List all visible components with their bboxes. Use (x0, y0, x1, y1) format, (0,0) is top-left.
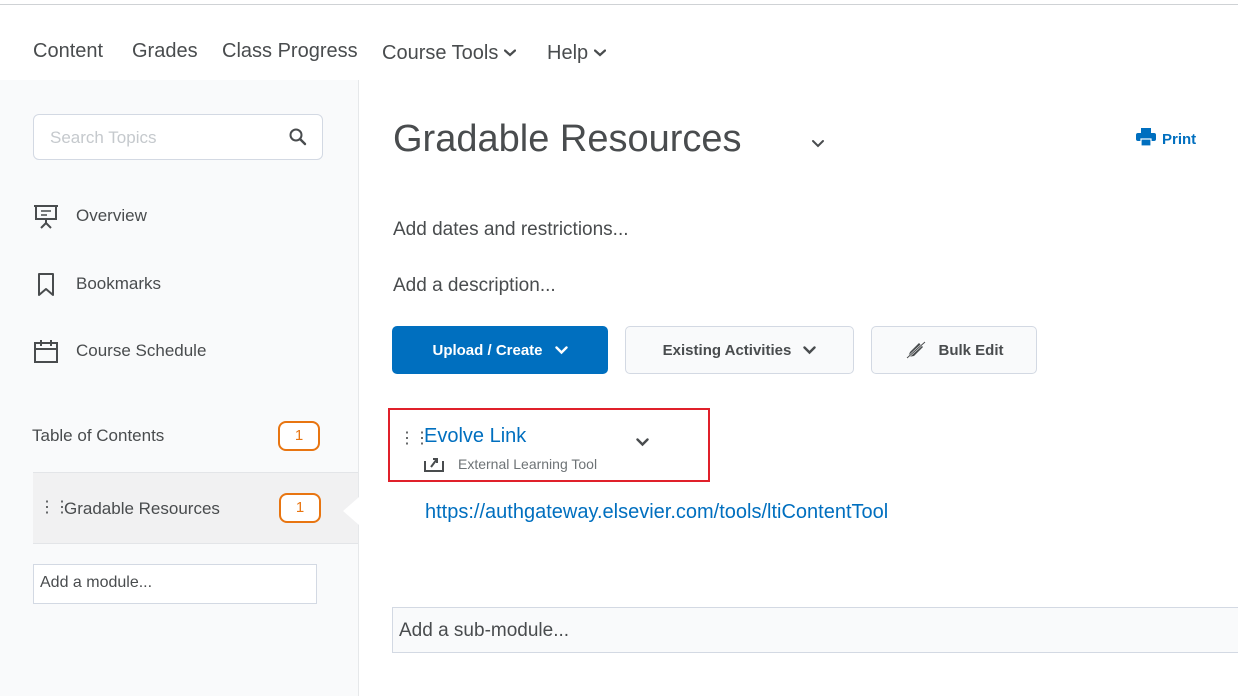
course-navbar: Content Grades Class Progress Course Too… (0, 6, 1238, 80)
chevron-down-icon (803, 342, 817, 359)
main-content: Gradable Resources Print Add dates and r… (359, 80, 1238, 696)
nav-help-label: Help (547, 42, 589, 64)
chevron-down-icon[interactable] (636, 434, 649, 452)
sidebar-item-label: Course Schedule (76, 341, 207, 360)
bookmark-icon (32, 270, 60, 298)
chevron-down-icon (554, 342, 568, 359)
count-badge: 1 (278, 421, 320, 451)
search-box (33, 114, 323, 160)
external-tool-icon (423, 453, 445, 478)
printer-icon (1136, 128, 1156, 150)
upload-create-button[interactable]: Upload / Create (392, 326, 608, 374)
top-divider (0, 4, 1238, 5)
existing-activities-button[interactable]: Existing Activities (625, 326, 854, 374)
nav-grades[interactable]: Grades (132, 40, 198, 63)
sidebar-item-overview[interactable]: Overview (32, 201, 147, 231)
print-label: Print (1162, 130, 1197, 148)
topic-type-label: External Learning Tool (458, 456, 598, 472)
chevron-down-icon (594, 40, 607, 63)
sidebar-item-label: Overview (76, 206, 147, 225)
sidebar: Overview Bookmarks Course Schedule Table… (0, 80, 359, 696)
nav-content[interactable]: Content (33, 40, 103, 63)
selection-pointer (343, 497, 359, 525)
sidebar-item-course-schedule[interactable]: Course Schedule (32, 336, 206, 366)
add-submodule-input[interactable]: Add a sub-module... (392, 607, 1238, 653)
sidebar-item-label: Bookmarks (76, 274, 162, 293)
upload-create-label: Upload / Create (432, 341, 543, 359)
add-description-link[interactable]: Add a description... (393, 275, 556, 297)
count-badge: 1 (279, 493, 321, 523)
add-dates-link[interactable]: Add dates and restrictions... (393, 219, 629, 241)
topic-title-link[interactable]: Evolve Link (424, 425, 526, 448)
topic-url-link[interactable]: https://authgateway.elsevier.com/tools/l… (425, 501, 888, 524)
chevron-down-icon (504, 40, 517, 63)
nav-class-progress[interactable]: Class Progress (222, 40, 358, 63)
calendar-icon (32, 337, 60, 365)
add-module-input[interactable]: Add a module... (33, 564, 317, 604)
chevron-down-icon[interactable] (811, 136, 825, 154)
search-icon[interactable] (288, 127, 308, 147)
pencil-icon (904, 340, 928, 360)
sidebar-item-gradable-resources[interactable]: ⋮⋮ Gradable Resources 1 (33, 472, 358, 544)
print-button[interactable]: Print (1136, 128, 1196, 150)
bulk-edit-label: Bulk Edit (938, 341, 1004, 359)
existing-activities-label: Existing Activities (662, 341, 792, 359)
search-input[interactable] (48, 125, 272, 151)
nav-course-tools-label: Course Tools (382, 42, 499, 64)
page-title: Gradable Resources (393, 118, 742, 160)
module-label: Gradable Resources (64, 499, 220, 518)
bulk-edit-button[interactable]: Bulk Edit (871, 326, 1037, 374)
sidebar-item-bookmarks[interactable]: Bookmarks (32, 269, 161, 299)
sidebar-item-table-of-contents[interactable]: Table of Contents 1 (32, 402, 358, 472)
toc-label: Table of Contents (32, 426, 165, 445)
nav-course-tools[interactable]: Course Tools (382, 40, 517, 65)
presentation-icon (32, 202, 60, 230)
nav-help[interactable]: Help (547, 40, 607, 65)
